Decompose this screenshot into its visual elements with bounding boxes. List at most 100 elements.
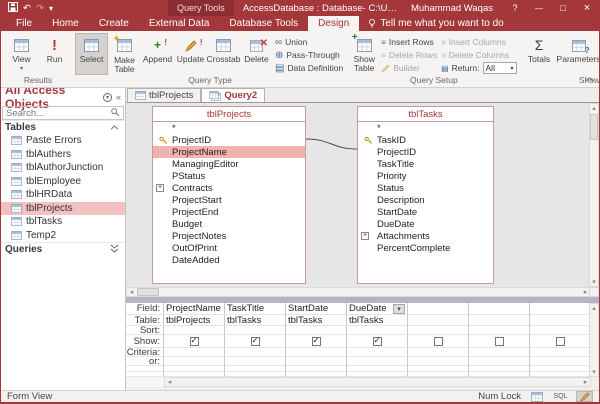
insert-rows-button[interactable]: ≡ Insert Rows bbox=[379, 36, 439, 48]
select-query-button[interactable]: Select bbox=[75, 33, 108, 75]
tell-me-box[interactable]: Tell me what you want to do bbox=[359, 16, 512, 31]
grid-cell-or-0[interactable] bbox=[164, 357, 225, 366]
field-row-asterisk[interactable]: * bbox=[358, 122, 493, 134]
maximize-button[interactable] bbox=[551, 0, 575, 16]
grid-cell-field-4[interactable] bbox=[408, 303, 469, 315]
undo-icon[interactable]: ↶ bbox=[23, 3, 31, 14]
grid-cell-field-6[interactable] bbox=[530, 303, 591, 315]
delete-query-button[interactable]: ✕ Delete bbox=[240, 33, 273, 75]
scrollbar-thumb[interactable] bbox=[137, 288, 159, 296]
save-icon[interactable] bbox=[8, 2, 18, 15]
grid-cell-or-2[interactable] bbox=[286, 357, 347, 366]
field-row-percentcomplete[interactable]: PercentComplete bbox=[358, 242, 493, 254]
field-row-attachments[interactable]: + Attachments bbox=[358, 230, 493, 242]
design-view-button[interactable] bbox=[576, 391, 593, 402]
sidebar-item-tblhrdata[interactable]: tblHRData bbox=[1, 188, 125, 202]
grid-cell-field-1[interactable]: TaskTitle bbox=[225, 303, 286, 315]
field-row-status[interactable]: Status bbox=[358, 182, 493, 194]
grid-horizontal-scrollbar[interactable] bbox=[164, 377, 591, 387]
union-button[interactable]: ∞ Union bbox=[273, 36, 345, 48]
totals-button[interactable]: Σ Totals bbox=[523, 33, 556, 75]
field-row-dateadded[interactable]: DateAdded bbox=[153, 254, 305, 266]
update-button[interactable]: ! Update bbox=[174, 33, 207, 75]
search-input[interactable]: Search... bbox=[2, 106, 124, 120]
grid-cell-table-2[interactable]: tblTasks bbox=[286, 315, 347, 326]
field-row-projectnotes[interactable]: ProjectNotes bbox=[153, 230, 305, 242]
crosstab-button[interactable]: Crosstab bbox=[207, 33, 240, 75]
grid-cell-sort-2[interactable] bbox=[286, 326, 347, 335]
scroll-left-icon[interactable] bbox=[127, 288, 136, 296]
scroll-down-icon[interactable] bbox=[590, 368, 599, 376]
query-design-surface[interactable]: tblProjects * ProjectID ProjectName Mana… bbox=[126, 103, 591, 287]
field-row-projectid[interactable]: ProjectID bbox=[153, 134, 305, 146]
nav-pane-menu-icon[interactable]: ▾ bbox=[103, 93, 112, 102]
append-button[interactable]: +! Append bbox=[141, 33, 174, 75]
doc-tab-tblprojects[interactable]: tblProjects bbox=[127, 88, 201, 102]
section-tables[interactable]: Tables bbox=[1, 120, 125, 134]
grid-cell-or-1[interactable] bbox=[225, 357, 286, 366]
grid-cell-table-0[interactable]: tblProjects bbox=[164, 315, 225, 326]
grid-cell-sort-1[interactable] bbox=[225, 326, 286, 335]
grid-cell-field-0[interactable]: ProjectName bbox=[164, 303, 225, 315]
view-button[interactable]: View ▾ bbox=[5, 33, 38, 75]
tab-external-data[interactable]: External Data bbox=[139, 16, 220, 31]
make-table-button[interactable]: ✦ Make Table bbox=[108, 33, 141, 75]
scroll-up-icon[interactable] bbox=[590, 304, 599, 312]
datasheet-view-button[interactable] bbox=[528, 391, 545, 402]
view-dropdown-arrow[interactable]: ▾ bbox=[20, 65, 23, 74]
shutter-bar-close-icon[interactable]: « bbox=[116, 92, 121, 102]
field-row-budget[interactable]: Budget bbox=[153, 218, 305, 230]
sidebar-item-tblauthorjunction[interactable]: tblAuthorJunction bbox=[1, 161, 125, 175]
return-select[interactable]: All ▾ bbox=[483, 62, 517, 74]
grid-cell-sort-5[interactable] bbox=[469, 326, 530, 335]
grid-cell-table-3[interactable]: tblTasks bbox=[347, 315, 408, 326]
collapse-ribbon-button[interactable] bbox=[585, 74, 594, 85]
field-row-projectstart[interactable]: ProjectStart bbox=[153, 194, 305, 206]
sql-view-button[interactable]: SQL bbox=[552, 391, 569, 402]
grid-cell-sort-6[interactable] bbox=[530, 326, 591, 335]
field-row-managingeditor[interactable]: ManagingEditor bbox=[153, 158, 305, 170]
grid-cell-or-3[interactable] bbox=[347, 357, 408, 366]
sidebar-item-tbltasks[interactable]: tblTasks bbox=[1, 215, 125, 229]
tab-home[interactable]: Home bbox=[42, 16, 89, 31]
data-definition-button[interactable]: ▤ Data Definition bbox=[273, 62, 345, 74]
sidebar-item-paste-errors[interactable]: Paste Errors bbox=[1, 134, 125, 148]
show-checkbox[interactable] bbox=[556, 337, 565, 346]
expand-icon[interactable]: + bbox=[156, 184, 164, 192]
field-row-pstatus[interactable]: PStatus bbox=[153, 170, 305, 182]
field-list-title[interactable]: tblProjects bbox=[153, 107, 305, 122]
scroll-down-icon[interactable] bbox=[590, 278, 599, 286]
show-checkbox[interactable] bbox=[495, 337, 504, 346]
field-row-duedate[interactable]: DueDate bbox=[358, 218, 493, 230]
section-queries[interactable]: Queries bbox=[1, 242, 125, 256]
minimize-button[interactable] bbox=[527, 0, 551, 16]
customize-qat-icon[interactable]: ▾ bbox=[49, 4, 53, 13]
sidebar-item-tblprojects[interactable]: tblProjects bbox=[1, 202, 125, 216]
grid-vertical-scrollbar[interactable] bbox=[589, 303, 599, 377]
sidebar-item-tblemployee[interactable]: tblEmployee bbox=[1, 175, 125, 189]
field-row-tasktitle[interactable]: TaskTitle bbox=[358, 158, 493, 170]
grid-cell-or-6[interactable] bbox=[530, 357, 591, 366]
field-row-asterisk[interactable]: * bbox=[153, 122, 305, 134]
user-name[interactable]: Muhammad Waqas bbox=[401, 3, 503, 14]
tab-database-tools[interactable]: Database Tools bbox=[219, 16, 308, 31]
field-dropdown-button[interactable] bbox=[393, 304, 405, 314]
field-row-projectname[interactable]: ProjectName bbox=[153, 146, 305, 158]
grid-cell-criteria-6[interactable] bbox=[530, 348, 591, 357]
field-list-title[interactable]: tblTasks bbox=[358, 107, 493, 122]
field-row-description[interactable]: Description bbox=[358, 194, 493, 206]
grid-cell-sort-3[interactable] bbox=[347, 326, 408, 335]
grid-cell-criteria-5[interactable] bbox=[469, 348, 530, 357]
grid-cell-or-5[interactable] bbox=[469, 357, 530, 366]
grid-cell-criteria-3[interactable] bbox=[347, 348, 408, 357]
pass-through-button[interactable]: ⊕ Pass-Through bbox=[273, 49, 345, 61]
show-table-button[interactable]: + Show Table bbox=[349, 33, 379, 75]
grid-cell-criteria-4[interactable] bbox=[408, 348, 469, 357]
show-checkbox[interactable] bbox=[434, 337, 443, 346]
field-row-projectid[interactable]: ProjectID bbox=[358, 146, 493, 158]
scroll-right-icon[interactable] bbox=[581, 378, 590, 386]
show-checkbox[interactable] bbox=[373, 337, 382, 346]
grid-cell-table-5[interactable] bbox=[469, 315, 530, 326]
grid-cell-sort-4[interactable] bbox=[408, 326, 469, 335]
sidebar-item-temp2[interactable]: Temp2 bbox=[1, 229, 125, 243]
